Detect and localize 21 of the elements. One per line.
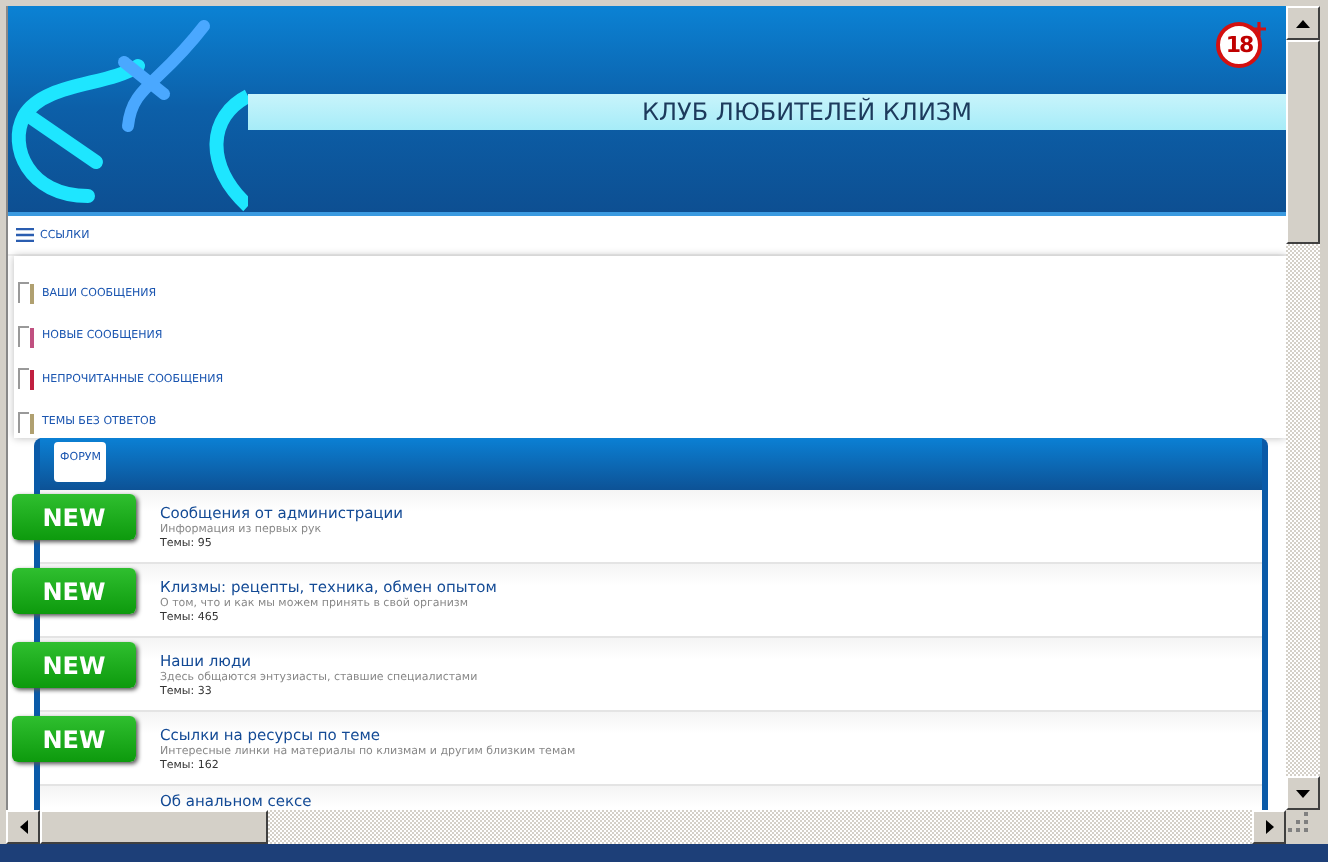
scrollbar-thumb[interactable] bbox=[1286, 40, 1320, 244]
plus-icon bbox=[1252, 22, 1266, 36]
age-rating-badge: 18 bbox=[1216, 22, 1262, 68]
horizontal-scrollbar[interactable] bbox=[6, 810, 1286, 844]
new-badge: NEW bbox=[12, 642, 136, 688]
new-badge: NEW bbox=[12, 716, 136, 762]
resize-grip[interactable] bbox=[1286, 810, 1308, 832]
down-arrow-icon bbox=[1296, 789, 1310, 797]
menu-icon bbox=[16, 228, 34, 242]
scroll-up-button[interactable] bbox=[1286, 6, 1320, 40]
scroll-left-button[interactable] bbox=[6, 810, 40, 844]
up-arrow-icon bbox=[1296, 19, 1310, 27]
left-arrow-icon bbox=[19, 820, 27, 834]
new-badge: NEW bbox=[12, 494, 136, 540]
vertical-scrollbar[interactable] bbox=[1286, 6, 1320, 810]
scroll-right-button[interactable] bbox=[1252, 810, 1286, 844]
right-arrow-icon bbox=[1265, 820, 1273, 834]
new-badge: NEW bbox=[12, 568, 136, 614]
scrollbar-thumb[interactable] bbox=[40, 810, 268, 844]
scroll-down-button[interactable] bbox=[1286, 776, 1320, 810]
site-title: КЛУБ ЛЮБИТЕЛЕЙ КЛИЗМ bbox=[640, 98, 972, 126]
